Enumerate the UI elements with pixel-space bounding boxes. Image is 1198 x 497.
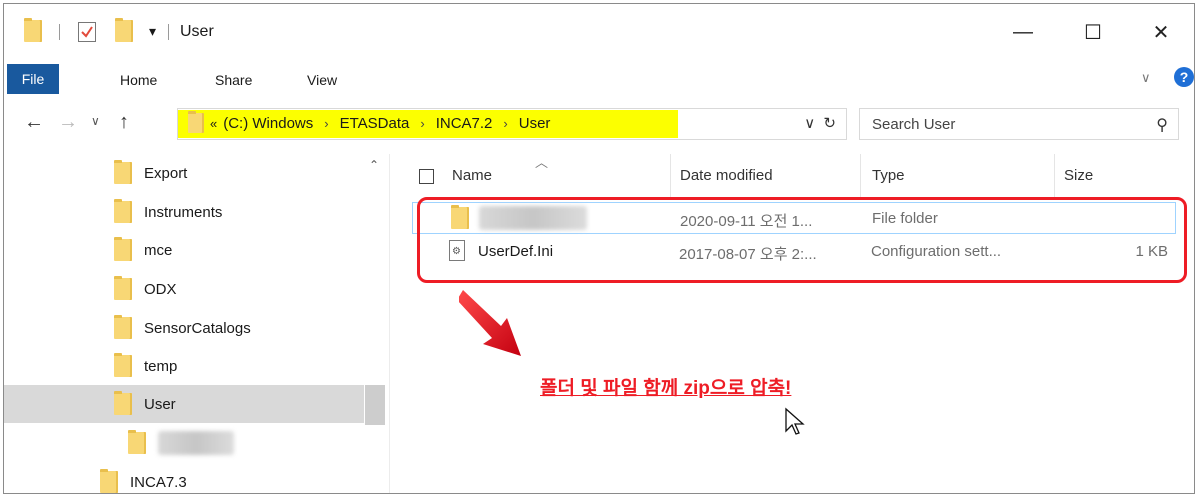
nav-scrollbar[interactable]: ⌃ bbox=[363, 154, 387, 493]
folder-icon bbox=[188, 111, 204, 133]
tree-item-label: SensorCatalogs bbox=[144, 319, 251, 337]
forward-icon[interactable]: → bbox=[58, 111, 78, 134]
explorer-window: ▾ User — ☐ ✕ File Home Share View ∨ ? ← … bbox=[3, 3, 1195, 494]
folder-icon bbox=[24, 18, 42, 42]
column-name[interactable]: Name bbox=[452, 167, 492, 184]
redacted-folder-name bbox=[158, 431, 234, 455]
breadcrumb-windows[interactable]: (C:) Windows bbox=[223, 115, 313, 132]
column-divider[interactable] bbox=[1054, 154, 1055, 198]
sort-ascending-icon: ︿ bbox=[535, 155, 549, 170]
tree-item-temp[interactable]: temp bbox=[4, 347, 389, 385]
tab-view[interactable]: View bbox=[307, 72, 337, 88]
tree-item-instruments[interactable]: Instruments bbox=[4, 193, 389, 231]
tree-item-sensorcatalogs[interactable]: SensorCatalogs bbox=[4, 309, 389, 347]
breadcrumb-user[interactable]: User bbox=[519, 115, 551, 132]
address-dropdown-icon[interactable]: ∨ bbox=[804, 115, 815, 132]
tree-item-redacted[interactable] bbox=[4, 424, 389, 462]
folder-icon bbox=[114, 199, 132, 223]
scrollbar-thumb[interactable] bbox=[365, 385, 385, 425]
tree-item-inca73[interactable]: INCA7.3 bbox=[4, 463, 389, 493]
column-divider[interactable] bbox=[860, 154, 861, 198]
tree-item-odx[interactable]: ODX bbox=[4, 270, 389, 308]
tree-item-label: temp bbox=[144, 357, 178, 375]
tree-item-user[interactable]: User bbox=[4, 385, 389, 423]
column-header: Name ︿ Date modified Type Size bbox=[404, 154, 1194, 198]
annotation-arrow-icon bbox=[459, 290, 521, 356]
maximize-button[interactable]: ☐ bbox=[1070, 12, 1116, 52]
column-type[interactable]: Type bbox=[872, 167, 905, 184]
navigation-pane: Export Instruments mce ODX SensorCatalog… bbox=[4, 154, 389, 493]
close-button[interactable]: ✕ bbox=[1138, 12, 1184, 52]
tree-item-label: Instruments bbox=[144, 203, 223, 221]
ribbon: File Home Share View ∨ ? bbox=[4, 60, 1194, 96]
mouse-cursor-icon bbox=[785, 407, 805, 435]
folder-icon bbox=[114, 276, 132, 300]
up-icon[interactable]: ↑ bbox=[119, 111, 129, 134]
column-divider[interactable] bbox=[670, 154, 671, 198]
column-date-modified[interactable]: Date modified bbox=[680, 167, 773, 184]
tab-home[interactable]: Home bbox=[120, 72, 157, 88]
divider bbox=[59, 24, 60, 40]
tree-item-label: User bbox=[144, 395, 176, 413]
refresh-icon[interactable]: ↻ bbox=[823, 115, 836, 132]
recent-locations-icon[interactable]: ∨ bbox=[91, 114, 100, 128]
folder-icon bbox=[114, 391, 132, 415]
new-folder-icon[interactable] bbox=[115, 18, 133, 42]
chevron-right-icon[interactable]: › bbox=[324, 116, 328, 131]
divider bbox=[168, 24, 169, 40]
pane-divider[interactable] bbox=[389, 154, 390, 493]
tab-share[interactable]: Share bbox=[215, 72, 252, 88]
tree-item-label: Export bbox=[144, 164, 188, 182]
select-all-checkbox[interactable] bbox=[419, 169, 434, 184]
tree-item-label: mce bbox=[144, 241, 173, 259]
tab-file[interactable]: File bbox=[7, 64, 59, 94]
minimize-button[interactable]: — bbox=[1000, 12, 1046, 52]
tree-item-mce[interactable]: mce bbox=[4, 231, 389, 269]
breadcrumb-etasdata[interactable]: ETASData bbox=[340, 115, 410, 132]
tree-item-export[interactable]: Export bbox=[4, 154, 389, 192]
folder-icon bbox=[100, 469, 118, 493]
expand-ribbon-icon[interactable]: ∨ bbox=[1141, 70, 1151, 86]
scroll-up-icon[interactable]: ⌃ bbox=[369, 158, 379, 172]
search-input[interactable]: Search User ⚲ bbox=[859, 108, 1179, 140]
help-icon[interactable]: ? bbox=[1174, 67, 1194, 87]
quick-access-dropdown-icon[interactable]: ▾ bbox=[149, 23, 156, 40]
tree-item-label: ODX bbox=[144, 280, 177, 298]
properties-icon[interactable] bbox=[78, 22, 96, 42]
folder-icon bbox=[114, 237, 132, 261]
breadcrumb-overflow[interactable]: « bbox=[210, 116, 217, 131]
address-controls[interactable]: ∨ ↻ bbox=[804, 114, 836, 132]
address-bar[interactable]: « (C:) Windows › ETASData › INCA7.2 › Us… bbox=[177, 108, 847, 140]
folder-icon bbox=[114, 160, 132, 184]
chevron-right-icon[interactable]: › bbox=[503, 116, 507, 131]
address-row: ← → ∨ ↑ « (C:) Windows › ETASData › INCA… bbox=[4, 100, 1194, 154]
back-icon[interactable]: ← bbox=[24, 111, 44, 134]
annotation-frame bbox=[417, 197, 1187, 283]
title-bar: ▾ User — ☐ ✕ bbox=[4, 4, 1194, 60]
tree-item-label: INCA7.3 bbox=[130, 473, 187, 491]
folder-icon bbox=[114, 315, 132, 339]
folder-icon bbox=[128, 430, 146, 454]
column-size[interactable]: Size bbox=[1064, 167, 1093, 184]
chevron-right-icon[interactable]: › bbox=[420, 116, 424, 131]
breadcrumb-inca72[interactable]: INCA7.2 bbox=[436, 115, 493, 132]
annotation-text: 폴더 및 파일 함께 zip으로 압축! bbox=[540, 378, 792, 399]
search-placeholder: Search User bbox=[872, 116, 956, 133]
window-title: User bbox=[180, 23, 214, 40]
folder-icon bbox=[114, 353, 132, 377]
search-icon[interactable]: ⚲ bbox=[1156, 115, 1168, 135]
